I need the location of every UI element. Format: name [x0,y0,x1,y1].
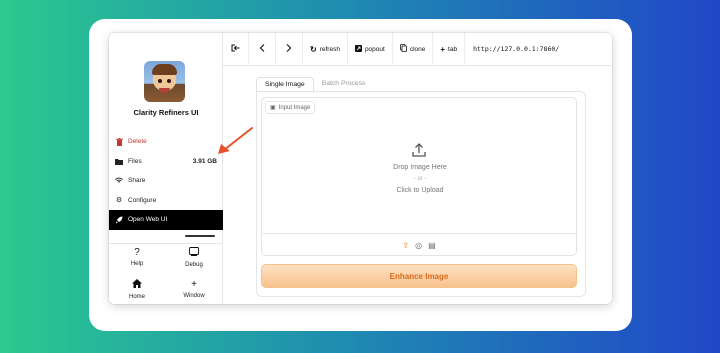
clone-icon [399,44,407,54]
app-title: Clarity Refiners UI [133,108,199,117]
refresh-label: refresh [319,45,340,53]
debug-button[interactable]: Debug [174,247,214,268]
files-size: 3.91 GB [192,157,217,165]
window-button[interactable]: + Window [174,279,214,299]
drop-text: Drop Image Here [393,164,447,171]
gear-icon: ⚙ [115,197,123,205]
window-label: Window [183,293,205,299]
scrollbar[interactable] [185,235,215,237]
sidebar-item-files[interactable]: Files 3.91 GB [109,152,223,172]
rocket-icon [114,216,124,224]
help-button[interactable]: ? Help [117,247,157,267]
plus-icon: + [440,44,446,54]
popout-button[interactable]: popout [348,33,393,66]
clone-button[interactable]: clone [393,33,434,66]
source-selector: ⇪ ◎ ▤ [261,233,577,256]
exit-button[interactable] [223,33,249,66]
url-field[interactable]: http://127.0.0.1:7860/ [465,33,566,66]
upload-icon[interactable]: ⇪ [402,241,409,250]
folder-icon [114,158,124,165]
tab-label: tab [448,45,458,53]
chevron-right-icon [286,44,292,54]
clipboard-icon[interactable]: ▤ [428,241,436,250]
back-button[interactable] [249,33,276,66]
chevron-left-icon [259,44,265,54]
toolbar: ↻ refresh popout clone + tab http://127.… [223,33,612,66]
home-label: Home [128,294,145,300]
enhance-image-button[interactable]: Enhance Image [261,264,577,288]
sidebar-item-delete[interactable]: Delete [109,132,223,152]
webcam-icon[interactable]: ◎ [415,241,422,250]
sidebar-item-configure[interactable]: ⚙ Configure [109,191,223,211]
debug-label: Debug [185,262,203,268]
divider [109,243,223,244]
home-icon [117,279,157,292]
sidebar-item-open-web-ui[interactable]: Open Web UI [109,210,223,230]
sidebar: Clarity Refiners UI Delete Files 3.91 GB [109,33,223,304]
trash-icon [114,137,124,146]
help-label: Help [130,261,144,267]
sidebar-item-share[interactable]: Share [109,171,223,191]
plus-icon: + [191,279,197,290]
home-button[interactable]: Home [117,279,157,300]
refresh-icon: ↻ [310,44,317,54]
sidebar-item-label: Open Web UI [128,216,168,224]
wifi-icon [114,177,124,184]
input-label-text: Input Image [278,105,311,111]
app-window: Clarity Refiners UI Delete Files 3.91 GB [109,33,612,304]
sidebar-item-label: Configure [128,196,157,204]
sidebar-item-label: Share [128,177,146,185]
click-to-upload-text: Click to Upload [396,187,444,194]
popout-label: popout [364,45,385,53]
tab-panel: ▣ Input Image Drop Image Here - or - Clic… [256,91,586,297]
or-text: - or - [413,176,427,182]
annotation-arrow [218,127,253,154]
avatar [144,61,185,102]
image-icon: ▣ [270,105,276,111]
sidebar-menu: Delete Files 3.91 GB Share ⚙ Configure O… [109,132,223,230]
clone-label: clone [409,45,426,53]
upload-icon [412,143,426,157]
sidebar-item-label: Delete [128,138,147,146]
popout-icon [354,44,362,54]
new-tab-button[interactable]: + tab [433,33,466,66]
sidebar-item-label: Files [128,157,142,165]
forward-button[interactable] [276,33,303,66]
question-icon: ? [134,247,140,258]
exit-icon [231,44,240,54]
input-image-label: ▣ Input Image [265,101,316,114]
terminal-icon [174,247,214,260]
refresh-button[interactable]: ↻ refresh [303,33,348,66]
